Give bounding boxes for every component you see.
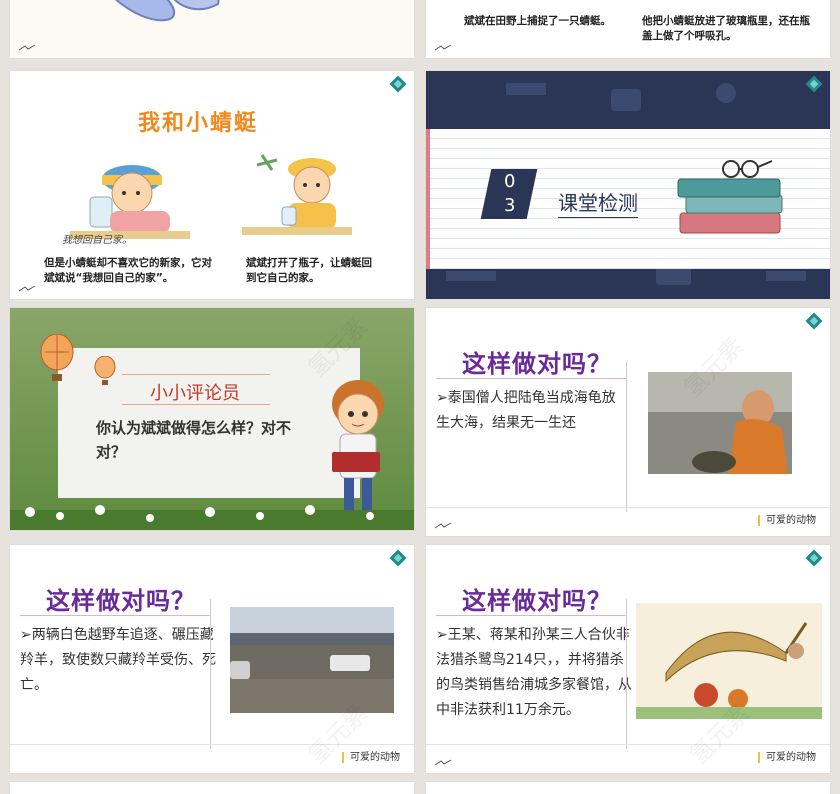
story-caption-right: 斌斌打开了瓶子，让蜻蜓回到它自己的家。 xyxy=(246,257,372,284)
slide-next-partial-right[interactable] xyxy=(426,782,830,794)
hot-air-balloon-icon xyxy=(40,334,74,381)
question-text: ➢两辆白色越野车追逐、碾压藏羚羊，致使数只藏羚羊受伤、死亡。 xyxy=(20,627,216,693)
footer-line xyxy=(10,744,414,745)
caption-right: 他把小蜻蜓放进了玻璃瓶里，还在瓶盖上做了个呼吸孔。 xyxy=(642,15,810,42)
bird-mark-icon xyxy=(18,285,36,292)
slide-next-partial-left[interactable] xyxy=(10,782,414,794)
footer-label: 可爱的动物 xyxy=(758,515,816,526)
slide-cartoon-partial[interactable] xyxy=(10,0,414,58)
footer-line xyxy=(426,744,830,745)
bird-mark-icon xyxy=(434,759,452,766)
story-caption-left: 但是小蜻蜓却不喜欢它的新家，它对斌斌说“我想回自己的家”。 xyxy=(44,257,212,284)
books-glasses-illustration xyxy=(677,160,783,234)
footer-line xyxy=(426,507,830,508)
section-label: 课堂检测 xyxy=(558,187,638,218)
title-underline xyxy=(436,378,626,379)
gem-icon xyxy=(805,549,823,567)
cartoon-wing-illustration xyxy=(115,0,220,22)
question-title: 这样做对吗？ xyxy=(462,350,612,378)
question-title: 这样做对吗？ xyxy=(46,587,196,615)
divider-line xyxy=(210,599,211,749)
bird-mark-icon xyxy=(18,44,36,51)
boy-with-jar-illustration xyxy=(70,165,190,239)
question-text: ➢王某、蒋某和孙某三人合伙非法猎杀鹭鸟214只，，并将猎杀的鸟类销售给浦城多家餐… xyxy=(436,627,632,718)
offroad-vehicles-photo xyxy=(230,607,394,713)
slide-question-2[interactable]: 这样做对吗？ ➢两辆白色越野车追逐、碾压藏羚羊，致使数只藏羚羊受伤、死亡。 可爱… xyxy=(10,545,414,773)
daisy-flowers-decoration xyxy=(10,505,414,530)
slide-section-03[interactable]: 0 3 课堂检测 xyxy=(426,71,830,299)
boy-releasing-dragonfly-illustration xyxy=(242,154,352,235)
speech-text: 我想回自己家。 xyxy=(62,235,132,246)
slide-story-captions-partial[interactable]: 斌斌在田野上捕捉了一只蜻蜓。 他把小蜻蜓放进了玻璃瓶里，还在瓶盖上做了个呼吸孔。 xyxy=(426,0,830,58)
slide-question-3[interactable]: 这样做对吗？ ➢王某、蒋某和孙某三人合伙非法猎杀鹭鸟214只，，并将猎杀的鸟类销… xyxy=(426,545,830,773)
title-underline xyxy=(20,615,210,616)
footer-label: 可爱的动物 xyxy=(342,752,400,763)
gem-icon xyxy=(389,75,407,93)
slide-dragonfly-story[interactable]: 我和小蜻蜓 我想回自己家。 但是小蜻蜓却不喜欢它的新家，它对斌斌说“我想回自己的… xyxy=(10,71,414,299)
divider-line xyxy=(626,362,627,512)
slide-question-1[interactable]: 这样做对吗？ ➢泰国僧人把陆龟当成海龟放生大海，结果无一生还 可爱的动物 氢元素 xyxy=(426,308,830,536)
caption-left: 斌斌在田野上捕捉了一只蜻蜓。 xyxy=(464,15,611,27)
section-number-top: 0 xyxy=(504,171,516,192)
gem-icon xyxy=(805,312,823,330)
gem-icon xyxy=(389,549,407,567)
question-title: 这样做对吗？ xyxy=(462,587,612,615)
slide-little-reviewer[interactable]: 小小评论员 你认为斌斌做得怎么样？对不对？ 氢元素 xyxy=(10,308,414,530)
bird-mark-icon xyxy=(434,44,452,51)
reviewer-question: 你认为斌斌做得怎么样？对不对？ xyxy=(96,419,292,461)
reviewer-line-top xyxy=(122,374,270,375)
title-underline xyxy=(436,615,626,616)
reviewer-heading: 小小评论员 xyxy=(150,383,240,404)
reviewer-line-bottom xyxy=(122,404,270,405)
divider-line xyxy=(626,599,627,749)
monk-tortoise-photo xyxy=(648,372,792,474)
small-balloon-icon xyxy=(94,356,116,385)
bird-mark-icon xyxy=(434,522,452,529)
question-text: ➢泰国僧人把陆龟当成海龟放生大海，结果无一生还 xyxy=(436,390,616,431)
section-number-bottom: 3 xyxy=(504,195,516,216)
footer-label: 可爱的动物 xyxy=(758,752,816,763)
story-title: 我和小蜻蜓 xyxy=(138,111,259,136)
